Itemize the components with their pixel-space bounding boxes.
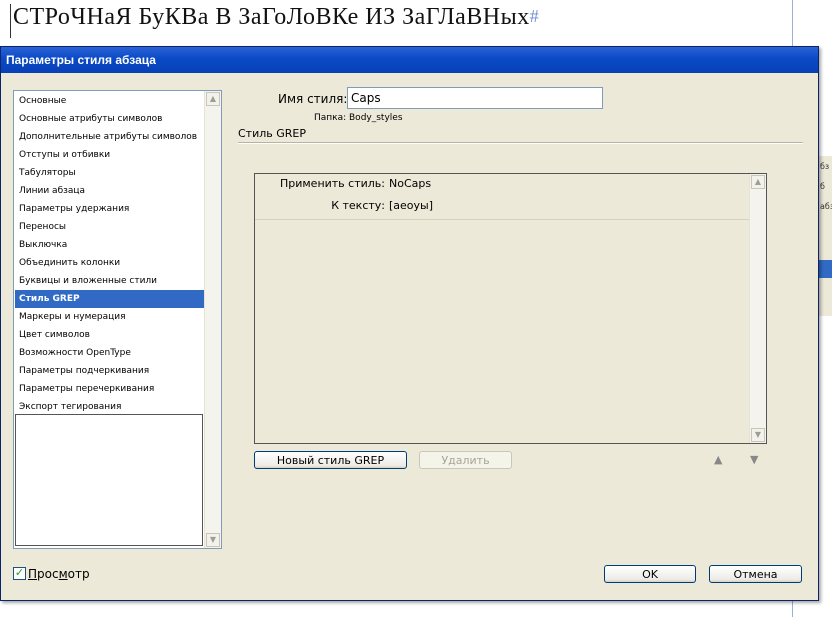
category-item[interactable]: Линии абзаца	[15, 182, 204, 200]
ok-button[interactable]: OK	[604, 565, 696, 583]
apply-style-label: Применить стиль:	[279, 177, 385, 190]
preview-label[interactable]: Просмотр	[28, 567, 90, 581]
scroll-up-arrow-icon[interactable]: ▲	[206, 92, 220, 106]
category-item[interactable]: Маркеры и нумерация	[15, 308, 204, 326]
category-item[interactable]: Буквицы и вложенные стили	[15, 272, 204, 290]
preview-checkbox[interactable]: ✓	[13, 567, 26, 580]
style-name-input[interactable]: Caps	[347, 87, 603, 109]
category-list-empty-area	[15, 414, 203, 546]
category-item[interactable]: Табуляторы	[15, 164, 204, 182]
category-list-scrollbar[interactable]: ▲ ▼	[204, 91, 221, 548]
grep-rules-list: Применить стиль: NoCaps К тексту: [аеоуы…	[254, 173, 767, 444]
folder-label: Папка: Body_styles	[314, 113, 403, 123]
category-list: Основные Основные атрибуты символов Дополн…	[13, 90, 222, 549]
cancel-button[interactable]: Отмена	[709, 565, 802, 583]
pilcrow-icon: #	[529, 6, 540, 26]
section-divider	[238, 142, 803, 144]
apply-style-value[interactable]: NoCaps	[389, 177, 431, 190]
category-item[interactable]: Цвет символов	[15, 326, 204, 344]
move-down-triangle-icon[interactable]: ▼	[750, 453, 758, 466]
checkmark-icon: ✓	[14, 566, 25, 579]
category-item[interactable]: Отступы и отбивки	[15, 146, 204, 164]
category-item[interactable]: Основные атрибуты символов	[15, 110, 204, 128]
delete-button[interactable]: Удалить	[419, 451, 512, 469]
new-grep-style-button[interactable]: Новый стиль GREP	[254, 451, 407, 469]
style-name-label: Имя стиля:	[278, 92, 348, 106]
document-heading-text: СТРоЧНаЯ БуКВа В ЗаГоЛоВКе ИЗ ЗаГЛаВНых#	[10, 4, 539, 38]
scroll-up-arrow-icon[interactable]: ▲	[751, 175, 765, 189]
scroll-down-arrow-icon[interactable]: ▼	[206, 533, 220, 547]
panel-label-1: бз	[820, 162, 830, 171]
category-item[interactable]: Стиль GREP	[15, 290, 204, 308]
dialog-title: Параметры стиля абзаца	[6, 53, 156, 67]
section-title: Стиль GREP	[238, 127, 306, 140]
panel-label-3: абз	[820, 202, 832, 211]
category-item[interactable]: Основные	[15, 92, 204, 110]
category-item[interactable]: Параметры удержания	[15, 200, 204, 218]
grep-list-scrollbar[interactable]: ▲ ▼	[749, 174, 766, 443]
category-item[interactable]: Дополнительные атрибуты символов	[15, 128, 204, 146]
scroll-down-arrow-icon[interactable]: ▼	[751, 428, 765, 442]
to-text-label: К тексту:	[331, 199, 385, 212]
category-item[interactable]: Параметры перечеркивания	[15, 380, 204, 398]
panel-selected-row	[818, 260, 832, 278]
category-item[interactable]: Объединить колонки	[15, 254, 204, 272]
grep-rule-row[interactable]: Применить стиль: NoCaps К тексту: [аеоуы…	[255, 174, 749, 220]
category-item[interactable]: Параметры подчеркивания	[15, 362, 204, 380]
panel-label-2: б	[820, 182, 825, 191]
move-up-triangle-icon[interactable]: ▲	[714, 453, 722, 466]
category-item[interactable]: Переносы	[15, 218, 204, 236]
category-item[interactable]: Выключка	[15, 236, 204, 254]
to-text-value[interactable]: [аеоуы]	[389, 199, 433, 212]
category-item[interactable]: Возможности OpenType	[15, 344, 204, 362]
paragraph-style-options-dialog: Параметры стиля абзаца Основные Основные …	[0, 46, 819, 601]
dialog-titlebar[interactable]: Параметры стиля абзаца	[1, 47, 818, 73]
heading-text: СТРоЧНаЯ БуКВа В ЗаГоЛоВКе ИЗ ЗаГЛаВНых	[13, 4, 530, 30]
